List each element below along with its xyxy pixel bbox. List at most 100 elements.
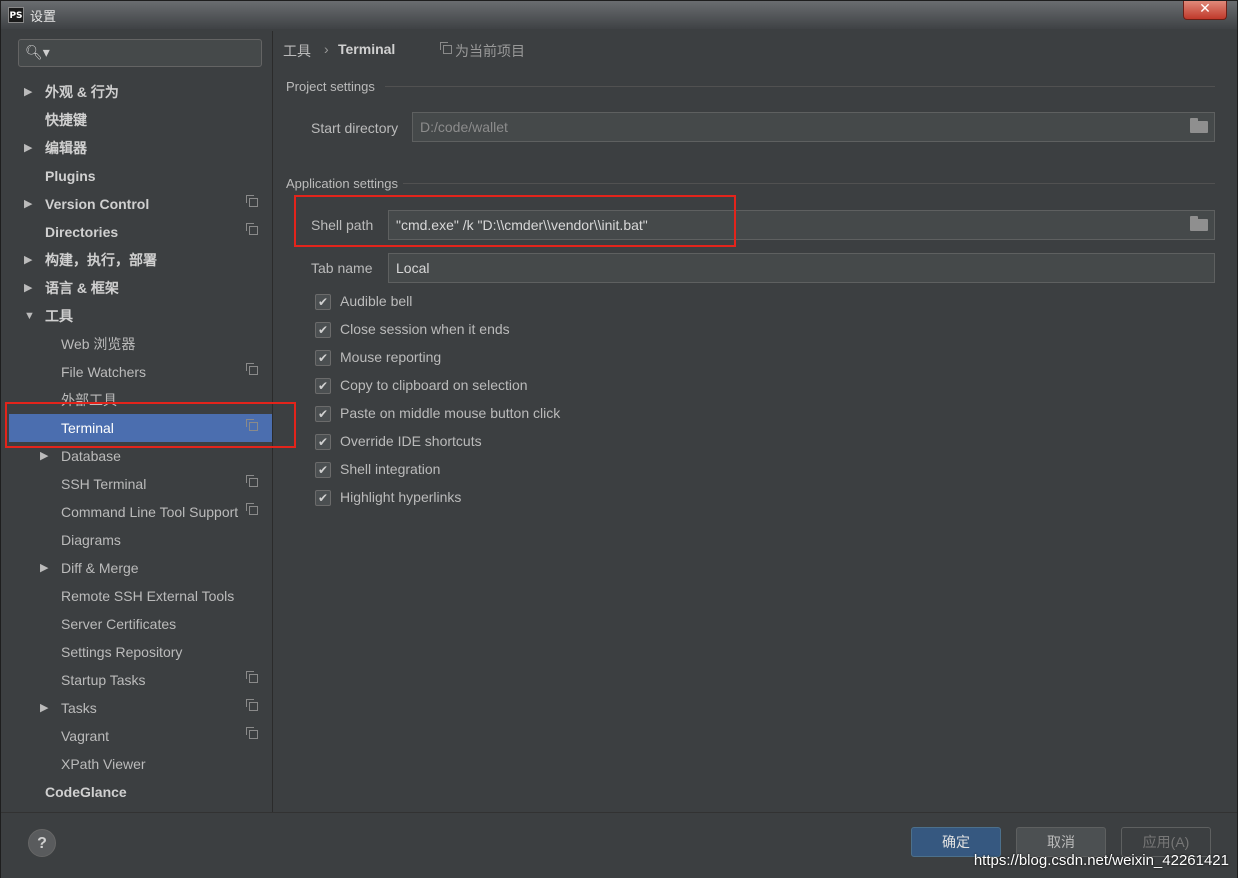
sidebar-item-label: 编辑器	[45, 140, 87, 156]
sidebar-item[interactable]: Settings Repository	[9, 638, 272, 666]
annotation-highlight-shell-path	[294, 195, 736, 247]
project-level-icon	[246, 475, 258, 487]
sidebar-item[interactable]: ▶ Tasks	[9, 694, 272, 722]
sidebar-item-label: Tasks	[61, 700, 97, 716]
expand-arrow-icon[interactable]: ▶	[40, 694, 48, 722]
checkbox-option[interactable]: ✔ Mouse reporting	[315, 348, 715, 370]
window-title: 设置	[30, 9, 57, 24]
sidebar-item[interactable]: Command Line Tool Support	[9, 498, 272, 526]
tab-name-field[interactable]: Local	[388, 253, 1215, 283]
checkbox-option[interactable]: ✔ Shell integration	[315, 460, 715, 482]
expand-arrow-icon[interactable]: ▶	[24, 78, 32, 106]
settings-search-input[interactable]: 🔍︎▾	[18, 39, 262, 67]
checkbox[interactable]: ✔	[315, 322, 331, 338]
sidebar-item[interactable]: Plugins	[9, 162, 272, 190]
sidebar-item-label: Settings Repository	[61, 644, 183, 660]
sidebar-item[interactable]: ▶ Version Control	[9, 190, 272, 218]
checkbox-option[interactable]: ✔ Highlight hyperlinks	[315, 488, 715, 510]
checkbox[interactable]: ✔	[315, 350, 331, 366]
expand-arrow-icon[interactable]: ▶	[24, 134, 32, 162]
tab-name-label: Tab name	[311, 260, 373, 276]
project-level-icon	[246, 195, 258, 207]
project-level-icon	[246, 363, 258, 375]
checkbox-label: Override IDE shortcuts	[340, 433, 482, 449]
terminal-settings-panel: 工具 › Terminal 为当前项目 Project settings Sta…	[273, 31, 1231, 812]
checkbox[interactable]: ✔	[315, 378, 331, 394]
dialog-footer: ? 确定 取消 应用(A) https://blog.csdn.net/weix…	[1, 812, 1237, 878]
checkbox[interactable]: ✔	[315, 462, 331, 478]
tab-name-value: Local	[396, 260, 430, 276]
checkbox[interactable]: ✔	[315, 434, 331, 450]
sidebar-item-label: Server Certificates	[61, 616, 177, 632]
sidebar-item[interactable]: ▼ 工具	[9, 302, 272, 330]
sidebar-item-label: Web 浏览器	[61, 336, 136, 352]
sidebar-item[interactable]: 快捷键	[9, 106, 272, 134]
checkbox-option[interactable]: ✔ Audible bell	[315, 292, 715, 314]
sidebar-item[interactable]: ▶ Diff & Merge	[9, 554, 272, 582]
phpstorm-app-icon: PS	[8, 7, 24, 23]
checkbox-option[interactable]: ✔ Paste on middle mouse button click	[315, 404, 715, 426]
checkbox[interactable]: ✔	[315, 490, 331, 506]
checkbox[interactable]: ✔	[315, 294, 331, 310]
watermark-text: https://blog.csdn.net/weixin_42261421	[973, 852, 1229, 869]
sidebar-item[interactable]: ▶ 外观 & 行为	[9, 78, 272, 106]
annotation-highlight-terminal	[5, 402, 296, 448]
sidebar-item-label: Command Line Tool Support	[61, 504, 239, 520]
section-divider	[403, 183, 1215, 184]
project-scope-label: 为当前项目	[455, 43, 525, 59]
section-divider	[385, 86, 1215, 87]
sidebar-item[interactable]: ▶ 编辑器	[9, 134, 272, 162]
sidebar-item[interactable]: Diagrams	[9, 526, 272, 554]
expand-arrow-icon[interactable]: ▶	[40, 554, 48, 582]
sidebar-item[interactable]: SSH Terminal	[9, 470, 272, 498]
sidebar-item-label: SSH Terminal	[61, 476, 147, 492]
expand-arrow-open-icon[interactable]: ▼	[24, 302, 35, 330]
sidebar-item[interactable]: ▶ 语言 & 框架	[9, 274, 272, 302]
expand-arrow-icon[interactable]: ▶	[24, 190, 32, 218]
close-window-button[interactable]: ✕	[1183, 1, 1227, 20]
sidebar-item-label: XPath Viewer	[61, 756, 146, 772]
project-level-icon	[246, 727, 258, 739]
expand-arrow-icon[interactable]: ▶	[24, 246, 32, 274]
sidebar-item-label: CodeGlance	[45, 784, 127, 800]
sidebar-item[interactable]: XPath Viewer	[9, 750, 272, 778]
help-button[interactable]: ?	[28, 829, 56, 857]
sidebar-item[interactable]: ▶ 构建，执行，部署	[9, 246, 272, 274]
sidebar-item[interactable]: File Watchers	[9, 358, 272, 386]
start-directory-field[interactable]: D:/code/wallet	[412, 112, 1215, 142]
sidebar-item-label: Version Control	[45, 196, 150, 212]
checkbox-label: Highlight hyperlinks	[340, 489, 462, 505]
sidebar-item-label: 快捷键	[45, 112, 87, 128]
start-directory-value: D:/code/wallet	[420, 119, 508, 135]
sidebar-item[interactable]: Startup Tasks	[9, 666, 272, 694]
start-directory-label: Start directory	[311, 120, 399, 136]
breadcrumb-current: Terminal	[338, 41, 396, 57]
sidebar-item-label: Diagrams	[61, 532, 121, 548]
sidebar-item[interactable]: Web 浏览器	[9, 330, 272, 358]
checkbox-label: Paste on middle mouse button click	[340, 405, 561, 421]
sidebar-item[interactable]: Vagrant	[9, 722, 272, 750]
sidebar-item-label: Vagrant	[61, 728, 109, 744]
folder-icon[interactable]	[1190, 216, 1208, 231]
checkbox-option[interactable]: ✔ Override IDE shortcuts	[315, 432, 715, 454]
project-level-icon	[246, 503, 258, 515]
checkbox[interactable]: ✔	[315, 406, 331, 422]
sidebar-item-label: Plugins	[45, 168, 96, 184]
project-level-icon	[246, 671, 258, 683]
folder-icon[interactable]	[1190, 118, 1208, 133]
checkbox-option[interactable]: ✔ Close session when it ends	[315, 320, 715, 342]
checkbox-option[interactable]: ✔ Copy to clipboard on selection	[315, 376, 715, 398]
sidebar-item-label: Remote SSH External Tools	[61, 588, 235, 604]
breadcrumb-separator: ›	[324, 41, 329, 57]
sidebar-item[interactable]: CodeGlance	[9, 778, 272, 806]
title-bar: PS 设置 ✕	[1, 1, 1237, 29]
expand-arrow-icon[interactable]: ▶	[24, 274, 32, 302]
sidebar-item-label: 构建，执行，部署	[45, 252, 157, 268]
sidebar-item-label: 工具	[45, 308, 73, 324]
sidebar-item[interactable]: Remote SSH External Tools	[9, 582, 272, 610]
breadcrumb-parent[interactable]: 工具	[283, 41, 311, 61]
checkbox-label: Close session when it ends	[340, 321, 510, 337]
checkbox-label: Audible bell	[340, 293, 413, 309]
sidebar-item[interactable]: Server Certificates	[9, 610, 272, 638]
sidebar-item[interactable]: Directories	[9, 218, 272, 246]
